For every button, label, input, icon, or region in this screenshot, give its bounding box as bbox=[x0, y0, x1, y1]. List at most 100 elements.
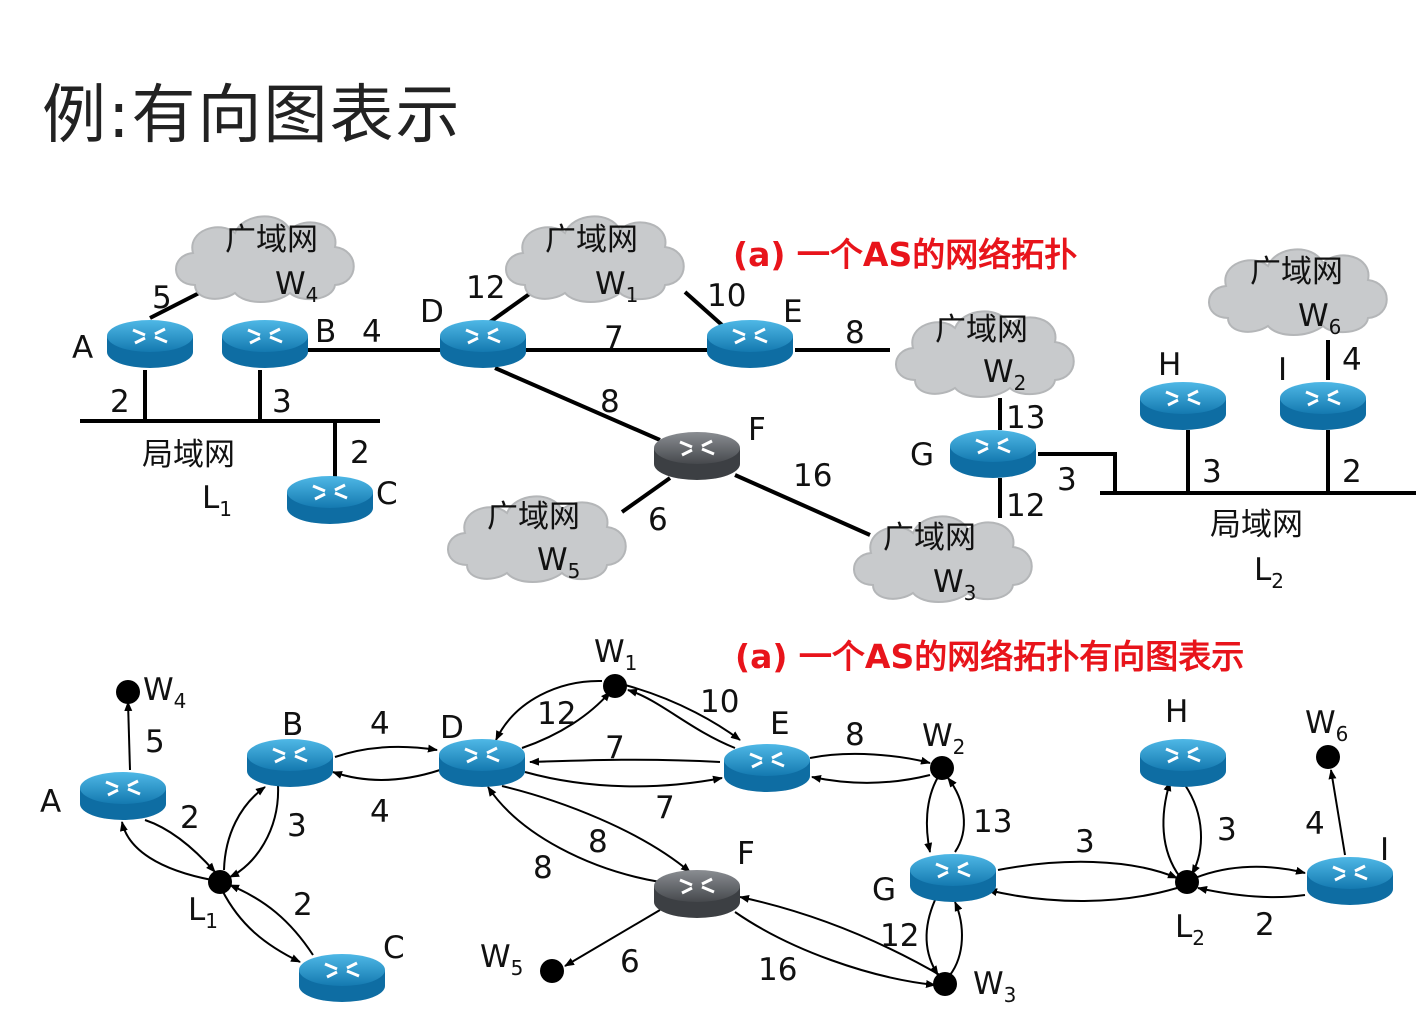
caption-bottom: (a) 一个AS的网络拓扑有向图表示 bbox=[735, 637, 1244, 676]
svg-text:广域网: 广域网 bbox=[1250, 254, 1343, 290]
svg-text:10: 10 bbox=[707, 278, 746, 314]
svg-text:广域网: 广域网 bbox=[225, 222, 318, 258]
svg-text:L2: L2 bbox=[1175, 909, 1205, 950]
router-g-icon bbox=[948, 428, 1038, 480]
svg-text:2: 2 bbox=[1255, 907, 1275, 943]
svg-text:10: 10 bbox=[700, 684, 739, 720]
svg-text:局域网: 局域网 bbox=[142, 437, 235, 473]
svg-text:2: 2 bbox=[180, 800, 200, 836]
router-d-icon bbox=[438, 318, 528, 370]
svg-text:5: 5 bbox=[152, 280, 172, 316]
graph-router-a-icon bbox=[78, 770, 168, 822]
router-b-icon bbox=[220, 318, 310, 370]
svg-text:H: H bbox=[1165, 694, 1188, 730]
svg-text:7: 7 bbox=[655, 790, 675, 826]
svg-text:L1: L1 bbox=[188, 892, 218, 933]
svg-text:A: A bbox=[72, 330, 93, 366]
svg-text:B: B bbox=[315, 314, 336, 350]
svg-text:4: 4 bbox=[370, 706, 390, 742]
svg-text:广域网: 广域网 bbox=[545, 222, 638, 258]
cloud-w4: 广域网 W4 bbox=[174, 215, 355, 307]
cloud-w5: 广域网 W5 bbox=[446, 495, 627, 583]
svg-text:E: E bbox=[770, 706, 790, 742]
router-f-icon bbox=[652, 430, 742, 482]
svg-text:8: 8 bbox=[845, 315, 865, 351]
svg-text:8: 8 bbox=[845, 717, 865, 753]
svg-text:D: D bbox=[440, 710, 464, 746]
router-i-icon bbox=[1278, 380, 1368, 432]
graph-router-g-icon bbox=[908, 852, 998, 904]
graph-router-b-icon bbox=[245, 737, 335, 789]
router-e-icon bbox=[705, 318, 795, 370]
graph-point-labels: W4 W1 W2 W6 W5 W3 L1 L2 bbox=[143, 634, 1348, 1007]
svg-text:C: C bbox=[383, 930, 405, 966]
svg-text:E: E bbox=[783, 294, 803, 330]
svg-text:2: 2 bbox=[110, 384, 130, 420]
svg-text:7: 7 bbox=[605, 730, 625, 766]
svg-text:13: 13 bbox=[973, 804, 1012, 840]
svg-text:6: 6 bbox=[620, 944, 640, 980]
svg-text:7: 7 bbox=[604, 320, 624, 356]
svg-text:2: 2 bbox=[350, 435, 370, 471]
svg-text:3: 3 bbox=[272, 384, 292, 420]
svg-text:2: 2 bbox=[293, 887, 313, 923]
svg-text:C: C bbox=[376, 476, 398, 512]
svg-text:广域网: 广域网 bbox=[883, 520, 976, 556]
svg-text:W2: W2 bbox=[922, 718, 965, 759]
lan-l1: 局域网 L1 bbox=[142, 437, 235, 521]
svg-text:W5: W5 bbox=[480, 939, 523, 980]
svg-text:3: 3 bbox=[1217, 812, 1237, 848]
svg-text:8: 8 bbox=[533, 850, 553, 886]
svg-text:F: F bbox=[748, 412, 766, 448]
svg-text:12: 12 bbox=[537, 696, 576, 732]
svg-text:2: 2 bbox=[1342, 454, 1362, 490]
svg-text:广域网: 广域网 bbox=[935, 312, 1028, 348]
svg-text:W4: W4 bbox=[143, 672, 186, 713]
svg-text:4: 4 bbox=[1342, 342, 1362, 378]
graph-cost-labels: 5 2 3 2 4 4 12 10 7 7 8 8 8 13 3 3 4 2 1… bbox=[145, 684, 1325, 988]
svg-text:6: 6 bbox=[648, 502, 668, 538]
cloud-w3: 广域网 W3 bbox=[852, 515, 1033, 605]
cloud-w1: 广域网 W1 bbox=[504, 215, 685, 307]
svg-text:B: B bbox=[282, 707, 303, 743]
svg-text:I: I bbox=[1278, 352, 1287, 388]
svg-text:4: 4 bbox=[1305, 806, 1325, 842]
svg-text:8: 8 bbox=[588, 824, 608, 860]
svg-text:16: 16 bbox=[793, 458, 832, 494]
svg-text:W6: W6 bbox=[1305, 705, 1348, 746]
lan-l2: 局域网 L2 bbox=[1210, 507, 1303, 593]
svg-text:G: G bbox=[910, 437, 934, 473]
svg-text:H: H bbox=[1158, 347, 1181, 383]
graph-router-h-icon bbox=[1138, 737, 1228, 789]
svg-text:G: G bbox=[872, 872, 896, 908]
svg-text:3: 3 bbox=[287, 808, 307, 844]
svg-text:D: D bbox=[420, 294, 444, 330]
caption-top: (a) 一个AS的网络拓扑 bbox=[733, 235, 1077, 274]
cloud-w6: 广域网 W6 bbox=[1207, 248, 1388, 339]
svg-text:12: 12 bbox=[466, 270, 505, 306]
svg-text:L2: L2 bbox=[1254, 552, 1284, 593]
svg-text:I: I bbox=[1380, 832, 1389, 868]
svg-text:W3: W3 bbox=[973, 966, 1016, 1007]
svg-text:A: A bbox=[40, 784, 61, 820]
cloud-w2: 广域网 W2 bbox=[894, 310, 1075, 398]
svg-text:5: 5 bbox=[145, 724, 165, 760]
svg-text:4: 4 bbox=[362, 314, 382, 350]
graph-router-e-icon bbox=[722, 742, 812, 794]
router-c-icon bbox=[285, 474, 375, 526]
router-h-icon bbox=[1138, 380, 1228, 432]
svg-text:F: F bbox=[737, 836, 755, 872]
graph-router-c-icon bbox=[297, 952, 387, 1004]
svg-text:3: 3 bbox=[1075, 824, 1095, 860]
network-diagram: (a) 一个AS的网络拓扑 广域网 W4 广域网 W1 广域网 W2 广域网 W… bbox=[40, 215, 1416, 1007]
router-a-icon bbox=[105, 318, 195, 370]
svg-text:广域网: 广域网 bbox=[487, 499, 580, 535]
svg-text:L1: L1 bbox=[202, 480, 232, 521]
svg-text:12: 12 bbox=[1006, 488, 1045, 524]
svg-text:4: 4 bbox=[370, 794, 390, 830]
svg-text:16: 16 bbox=[758, 952, 797, 988]
svg-text:局域网: 局域网 bbox=[1210, 507, 1303, 543]
svg-text:12: 12 bbox=[880, 918, 919, 954]
svg-text:3: 3 bbox=[1202, 454, 1222, 490]
svg-text:8: 8 bbox=[600, 384, 620, 420]
